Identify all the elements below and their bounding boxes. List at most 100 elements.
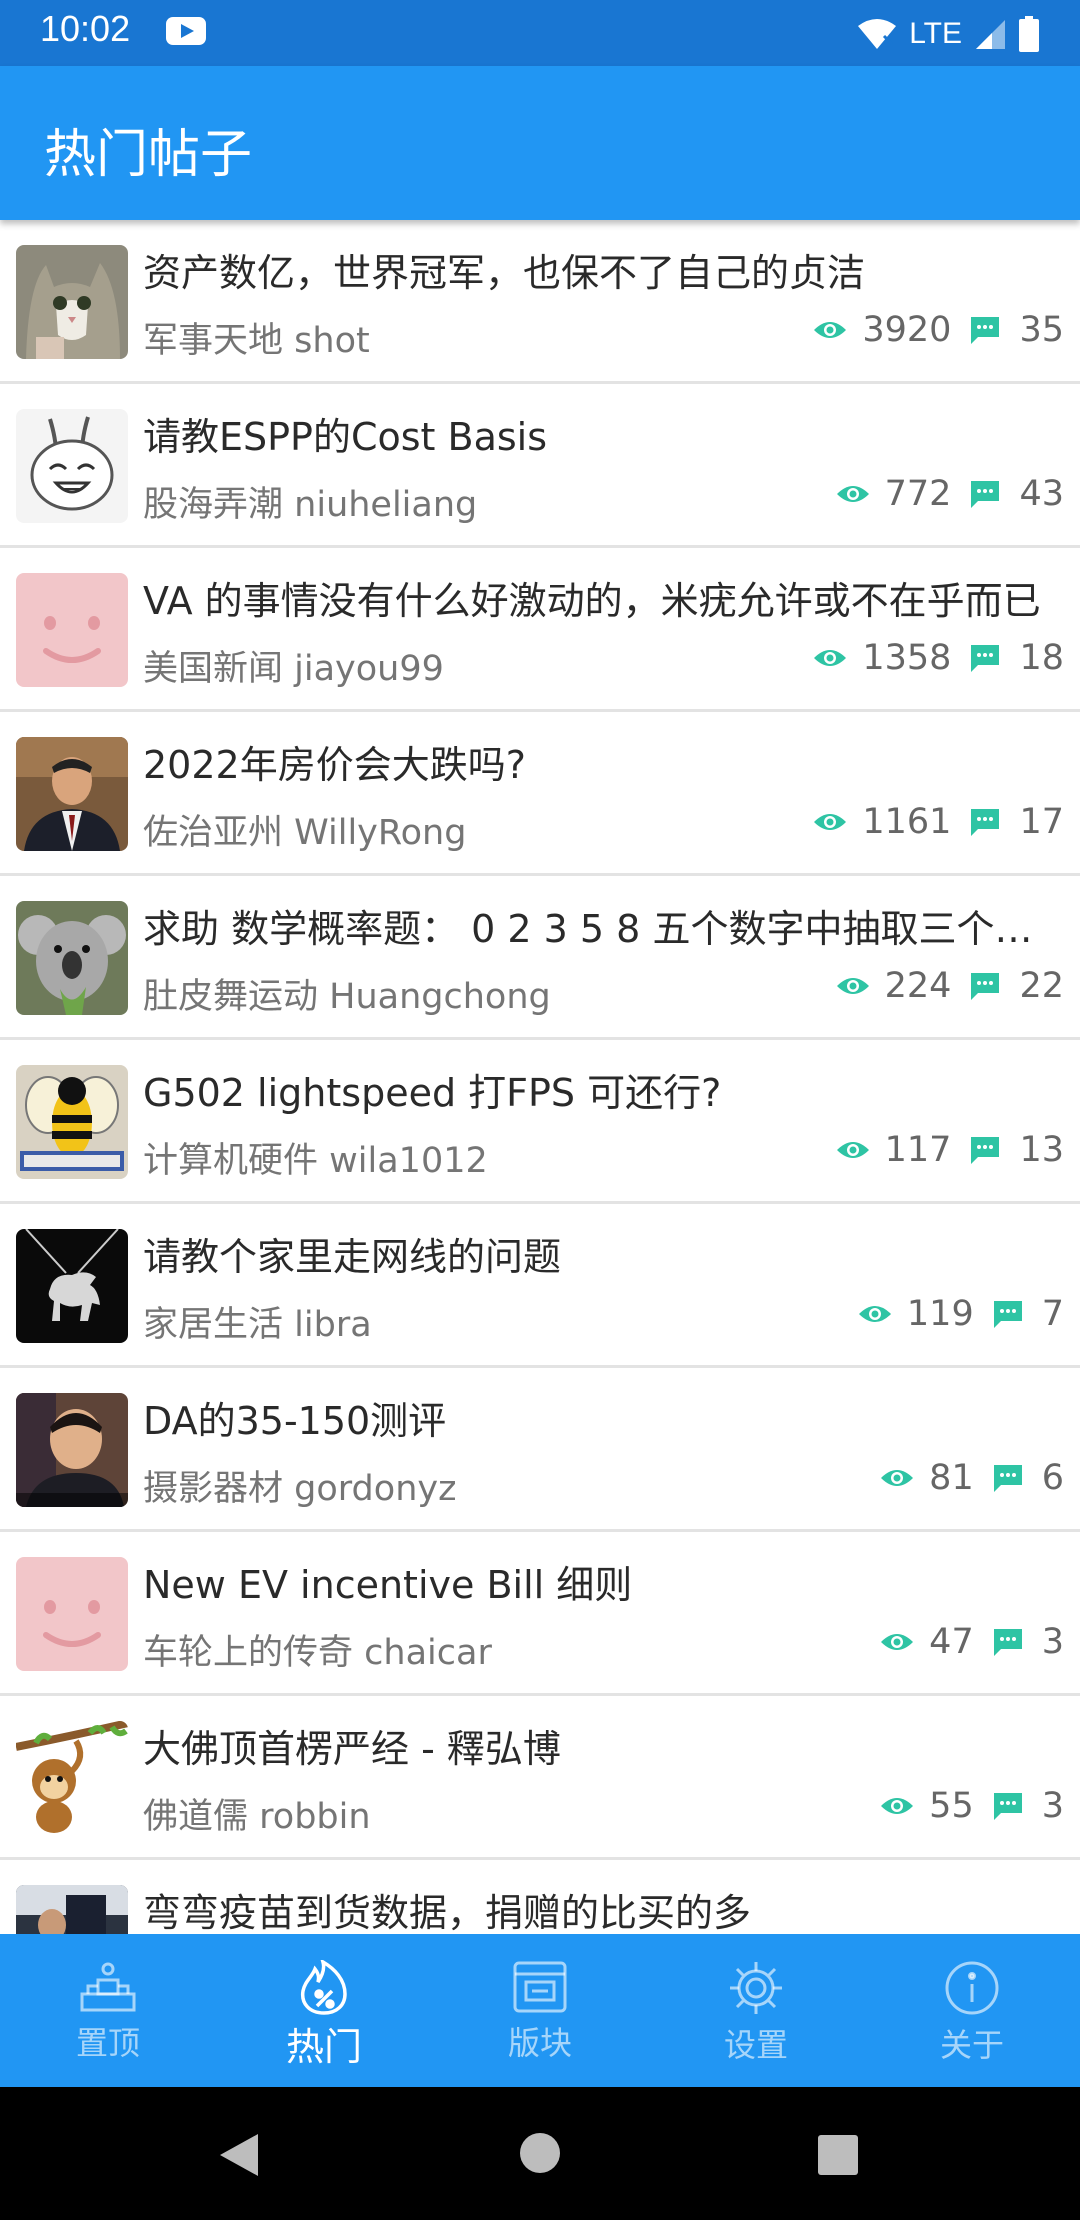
- views-icon: [836, 1142, 869, 1158]
- post-meta: 佛道儒 robbin: [143, 1788, 371, 1839]
- user-avatar[interactable]: [16, 245, 128, 359]
- forum-name: 车轮上的传奇: [143, 1633, 354, 1673]
- comment-count: 43: [1019, 474, 1064, 514]
- views-icon: [881, 1470, 914, 1486]
- forum-name: 肚皮舞运动: [143, 977, 319, 1017]
- tab-pinned[interactable]: 置顶: [0, 1934, 216, 2087]
- comments-icon: [971, 1137, 1000, 1164]
- comments-icon: [993, 1793, 1022, 1820]
- post-stats: 772 43: [835, 474, 1064, 514]
- system-nav-bar: [0, 2087, 1080, 2220]
- post-title: VA 的事情没有什么好激动的，米疣允许或不在乎而已: [143, 579, 1041, 623]
- post-row[interactable]: 弯弯疫苗到货数据，捐赠的比买的多: [0, 1860, 1080, 1934]
- author-name: chaicar: [364, 1633, 492, 1673]
- post-title: DA的35-150测评: [143, 1399, 447, 1443]
- back-icon[interactable]: [218, 2132, 260, 2178]
- view-count: 772: [884, 474, 952, 514]
- user-avatar[interactable]: [16, 573, 128, 687]
- post-meta: 肚皮舞运动 Huangchong: [143, 968, 551, 1019]
- user-avatar[interactable]: [16, 1393, 128, 1507]
- view-count: 1161: [862, 802, 952, 842]
- recents-icon[interactable]: [818, 2135, 858, 2175]
- user-avatar[interactable]: [16, 901, 128, 1015]
- tab-boards[interactable]: 版块: [432, 1934, 648, 2087]
- post-title: New EV incentive Bill 细则: [143, 1563, 633, 1607]
- post-row[interactable]: 请教ESPP的Cost Basis 股海弄潮 niuheliang 772 43: [0, 384, 1080, 548]
- post-stats: 1161 17: [812, 802, 1064, 842]
- comments-icon: [971, 481, 1000, 508]
- status-bar: 10:02 LTE: [0, 0, 1080, 66]
- comment-count: 35: [1019, 310, 1064, 350]
- wifi-icon: [858, 19, 897, 49]
- tab-hot[interactable]: 热门: [216, 1934, 432, 2087]
- post-title: 弯弯疫苗到货数据，捐赠的比买的多: [143, 1891, 752, 1934]
- user-avatar[interactable]: [16, 1065, 128, 1179]
- comment-count: 22: [1019, 966, 1064, 1006]
- post-row[interactable]: 请教个家里走网线的问题 家居生活 libra 119 7: [0, 1204, 1080, 1368]
- tab-label: 关于: [939, 2026, 1004, 2064]
- post-row[interactable]: New EV incentive Bill 细则车轮上的传奇 chaicar 47…: [0, 1532, 1080, 1696]
- comments-icon: [993, 1465, 1022, 1492]
- post-meta: 佐治亚州 WillyRong: [143, 804, 466, 855]
- post-row[interactable]: G502 lightspeed 打FPS 可还行? 计算机硬件 wila1012 1…: [0, 1040, 1080, 1204]
- comments-icon: [971, 645, 1000, 672]
- post-list[interactable]: 资产数亿，世界冠军，也保不了自己的贞洁 军事天地 shot 3920 35 请教ESPP…: [0, 220, 1080, 1934]
- user-avatar[interactable]: [16, 1557, 128, 1671]
- comment-count: 6: [1041, 1458, 1064, 1498]
- views-icon: [814, 814, 847, 830]
- forum-name: 股海弄潮: [143, 485, 284, 525]
- tab-label: 热门: [285, 2025, 362, 2069]
- post-meta: 车轮上的传奇 chaicar: [143, 1624, 492, 1675]
- post-stats: 1358 18: [812, 638, 1064, 678]
- tab-settings[interactable]: 设置: [648, 1934, 864, 2087]
- post-title: 2022年房价会大跌吗?: [143, 743, 526, 787]
- comments-icon: [971, 317, 1000, 344]
- app-bar: 热门帖子: [0, 66, 1080, 220]
- post-row[interactable]: VA 的事情没有什么好激动的，米疣允许或不在乎而已美国新闻 jiayou99 13…: [0, 548, 1080, 712]
- post-row[interactable]: DA的35-150测评摄影器材 gordonyz 81 6: [0, 1368, 1080, 1532]
- comments-icon: [993, 1629, 1022, 1656]
- post-stats: 55 3: [879, 1786, 1064, 1826]
- author-name: niuheliang: [294, 485, 478, 525]
- post-row[interactable]: 2022年房价会大跌吗? 佐治亚州 WillyRong 1161 17: [0, 712, 1080, 876]
- board-window-icon: [513, 1961, 567, 2013]
- gear-icon: [730, 1962, 782, 2014]
- post-title: 大佛顶首楞严经 - 釋弘博: [143, 1727, 561, 1771]
- post-row[interactable]: 求助 数学概率题： 0 2 3 5 8 五个数字中抽取三个，摆放成三位数，能被3…: [0, 876, 1080, 1040]
- status-icons: LTE: [857, 14, 1040, 54]
- bottom-tab-bar: 置顶 热门 版块 设置 关于: [0, 1934, 1080, 2087]
- user-avatar[interactable]: [16, 1885, 128, 1934]
- view-count: 47: [929, 1622, 974, 1662]
- network-type-label: LTE: [909, 17, 962, 50]
- hot-flame-icon: [300, 1960, 347, 2015]
- post-meta: 摄影器材 gordonyz: [143, 1460, 456, 1511]
- comment-count: 17: [1019, 802, 1064, 842]
- post-title: 资产数亿，世界冠军，也保不了自己的贞洁: [143, 251, 866, 295]
- post-title: G502 lightspeed 打FPS 可还行?: [143, 1071, 722, 1115]
- views-icon: [836, 486, 869, 502]
- views-icon: [881, 1798, 914, 1814]
- user-avatar[interactable]: [16, 737, 128, 851]
- view-count: 1358: [862, 638, 952, 678]
- view-count: 81: [929, 1458, 974, 1498]
- comments-icon: [993, 1301, 1022, 1328]
- forum-name: 佐治亚州: [143, 813, 284, 853]
- view-count: 117: [884, 1130, 952, 1170]
- comment-count: 3: [1041, 1786, 1064, 1826]
- comment-count: 7: [1041, 1294, 1064, 1334]
- forum-name: 美国新闻: [143, 649, 284, 689]
- info-icon: [945, 1961, 999, 2015]
- view-count: 55: [929, 1786, 974, 1826]
- home-icon[interactable]: [520, 2133, 560, 2173]
- post-meta: 美国新闻 jiayou99: [143, 640, 444, 691]
- post-row[interactable]: 资产数亿，世界冠军，也保不了自己的贞洁 军事天地 shot 3920 35: [0, 220, 1080, 384]
- user-avatar[interactable]: [16, 409, 128, 523]
- post-row[interactable]: 大佛顶首楞严经 - 釋弘博佛道儒 robbin 55 3: [0, 1696, 1080, 1860]
- user-avatar[interactable]: [16, 1721, 128, 1835]
- tab-about[interactable]: 关于: [864, 1934, 1080, 2087]
- post-stats: 47 3: [879, 1622, 1064, 1662]
- user-avatar[interactable]: [16, 1229, 128, 1343]
- post-title: 请教个家里走网线的问题: [143, 1235, 562, 1279]
- youtube-notification-icon: [166, 17, 206, 45]
- view-count: 3920: [862, 310, 952, 350]
